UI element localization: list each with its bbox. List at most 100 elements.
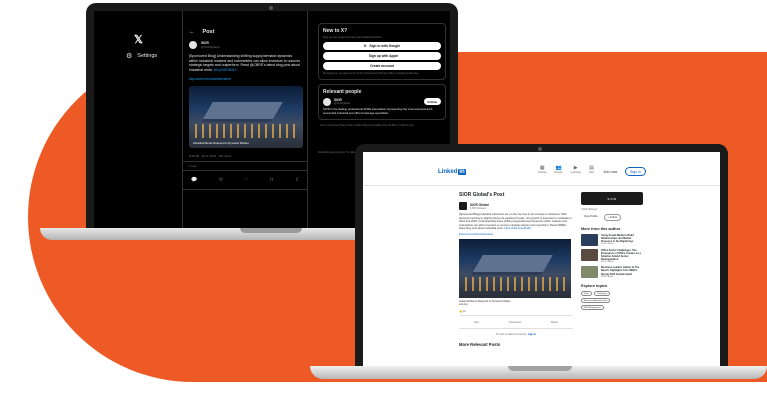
x-signup-box: New to X? Sign up now to get your own pe… — [318, 23, 446, 80]
li-article-thumbnail — [581, 234, 598, 246]
li-profile-followers: 3,453 followers — [581, 208, 598, 211]
li-topic-chip[interactable]: Business Administration — [581, 298, 611, 304]
warehouse-roof — [201, 102, 283, 123]
laptop-linkedin: Linkedin ▦ Articles 👥 People ▶ Learning — [355, 144, 728, 368]
li-topic-chip[interactable]: HR Management — [581, 305, 604, 311]
repost-icon[interactable]: ⟲ — [218, 177, 222, 183]
share-icon[interactable]: ⇪ — [295, 177, 299, 183]
camera-icon — [538, 147, 542, 151]
x-post-body: [Sponsored Blog] Understanding shifting … — [189, 54, 301, 72]
apple-signup-button[interactable]: Sign up with Apple — [323, 52, 441, 60]
apple-signup-label: Sign up with Apple — [368, 54, 399, 58]
camera-icon — [269, 6, 273, 10]
create-account-button[interactable]: Create account — [323, 62, 441, 70]
x-action-bar: 💬 ⟲ ♡ ⊓ ⇪ — [183, 170, 307, 191]
follow-button[interactable]: + Follow — [603, 214, 622, 221]
li-comment-text: To view or add a comment, — [495, 332, 527, 336]
x-logo-icon[interactable]: 𝕏 — [134, 33, 143, 46]
x-post-header: ← Post — [183, 11, 307, 39]
linkedin-logo-in: in — [458, 169, 466, 175]
avatar[interactable] — [323, 98, 331, 106]
x-footer-links[interactable]: Terms of Service Privacy Policy Cookie P… — [320, 124, 444, 127]
li-reaction-number: 10 — [462, 309, 466, 313]
google-signin-label: Sign in with Google — [369, 44, 401, 48]
x-post-header-title: Post — [202, 29, 215, 35]
li-article-author: SIOR Global — [601, 275, 614, 278]
li-more-posts-title: More Relevant Posts — [459, 341, 501, 347]
li-article[interactable]: Business Leaders Gather at The Beach: Hi… — [581, 266, 643, 279]
linkedin-screen: Linkedin ▦ Articles 👥 People ▶ Learning — [363, 152, 720, 368]
follow-button[interactable]: Follow — [423, 98, 441, 105]
li-image-caption[interactable]: Industrial Rents Respond to Dynamic Mark… — [459, 300, 573, 307]
li-explore-title: Explore topics — [581, 284, 608, 289]
li-action-bar: Like Comment Share — [459, 316, 573, 329]
li-post-text: [Sponsored Blog] Industrial vacancies ar… — [459, 213, 573, 231]
warehouse-lights — [195, 124, 295, 139]
laptop-x-notch — [240, 228, 302, 233]
li-article-author: SIOR Global — [601, 243, 614, 246]
li-comment-prompt: To view or add a comment, sign in — [459, 333, 573, 336]
li-article-thumbnail — [581, 266, 598, 279]
li-topic-chip[interactable]: Sales — [581, 291, 593, 297]
x-relevant-person[interactable]: SIOR @SIORglobal Follow — [323, 98, 441, 106]
like-button[interactable]: Like — [474, 320, 479, 324]
li-article-title: Office Sector Challenges: The Emergence … — [601, 249, 641, 262]
linkedin-sidebar: SIOR 3,453 followers View Profile + Foll… — [581, 192, 643, 311]
linkedin-top-nav: Linkedin ▦ Articles 👥 People ▶ Learning — [363, 152, 720, 186]
li-article[interactable]: Office Sector Challenges: The Emergence … — [581, 249, 643, 263]
x-like-count[interactable]: 1 Like — [183, 161, 307, 170]
avatar[interactable] — [459, 202, 467, 210]
promo-stage: 𝕏 ⚙ Settings ← Post SIOR @SIORglobal [Sp… — [0, 0, 767, 396]
gear-icon: ⚙ — [126, 53, 133, 60]
li-post-link[interactable]: https://lnkd.in/eukbHrb — [504, 227, 531, 230]
li-signin-link[interactable]: sign in — [528, 333, 536, 336]
linkedin-logo-icon[interactable]: Linked in — [438, 169, 466, 175]
like-icon[interactable]: ♡ — [244, 177, 248, 183]
google-signin-button[interactable]: G Sign in with Google — [323, 42, 441, 50]
nav-jobs-label: Jobs — [588, 171, 595, 174]
x-post-author[interactable]: SIOR @SIORglobal — [183, 39, 307, 51]
li-post-hashtags[interactable]: #sponsored #industrialmarket — [459, 233, 573, 236]
li-article-title: Business Leaders Gather at The Beach: Hi… — [601, 266, 640, 276]
x-relevant-people: Relevant people SIOR @SIORglobal Follow … — [318, 84, 446, 121]
linkedin-post-author[interactable]: SIOR Global 3,453 followers — [459, 202, 573, 210]
nav-articles[interactable]: ▦ Articles — [538, 165, 547, 174]
x-settings-link[interactable]: ⚙ Settings — [126, 52, 157, 60]
li-topics-list: Sales Marketing Business Administration … — [581, 291, 617, 311]
join-now-link[interactable]: Join now — [603, 170, 617, 174]
x-post-link[interactable]: bit.ly/3SOBr8V — [214, 68, 237, 72]
x-signup-title: New to X? — [323, 28, 348, 34]
back-arrow-icon[interactable]: ← — [189, 29, 195, 35]
comment-button[interactable]: Comment — [509, 320, 521, 324]
li-post-image[interactable] — [459, 238, 571, 298]
share-button[interactable]: Share — [551, 320, 558, 324]
x-relevant-title: Relevant people — [323, 89, 362, 95]
x-relevant-bio: SIOR is the leading professional #CRE as… — [323, 107, 433, 115]
x-image-caption: Industrial Rents Respond to Dynamic Mark… — [193, 141, 249, 146]
li-topic-chip[interactable]: Marketing — [594, 291, 611, 297]
sign-in-button[interactable]: Sign in — [625, 167, 646, 176]
nav-jobs[interactable]: ▤ Jobs — [589, 165, 594, 174]
nav-people[interactable]: 👥 People — [555, 165, 563, 174]
x-author-handle: @SIORglobal — [201, 45, 220, 49]
google-icon: G — [363, 44, 367, 48]
reply-icon[interactable]: 💬 — [191, 177, 197, 183]
x-post-image[interactable]: Industrial Rents Respond to Dynamic Mark… — [189, 86, 303, 149]
like-icon: 👍 — [459, 309, 463, 313]
nav-articles-label: Articles — [538, 171, 547, 174]
x-post-text: [Sponsored Blog] Understanding shifting … — [183, 51, 307, 75]
nav-learning[interactable]: ▶ Learning — [571, 165, 581, 174]
li-profile-buttons: View Profile + Follow — [581, 214, 643, 221]
warehouse-lights — [465, 276, 565, 291]
li-author-followers: 3,453 followers — [470, 206, 487, 210]
li-article[interactable]: Using Social Media to Build Relationship… — [581, 234, 643, 246]
avatar[interactable] — [189, 41, 197, 49]
view-profile-button[interactable]: View Profile — [581, 214, 601, 221]
warehouse-roof — [471, 254, 553, 275]
nav-learning-label: Learning — [570, 171, 581, 174]
x-post-hashtags[interactable]: #sponsored #industrialmarket — [183, 75, 307, 83]
li-article-thumbnail — [581, 249, 598, 261]
li-article-author: SIOR Global — [601, 261, 614, 264]
bookmark-icon[interactable]: ⊓ — [270, 177, 274, 183]
li-profile-banner[interactable]: SIOR — [581, 192, 643, 205]
